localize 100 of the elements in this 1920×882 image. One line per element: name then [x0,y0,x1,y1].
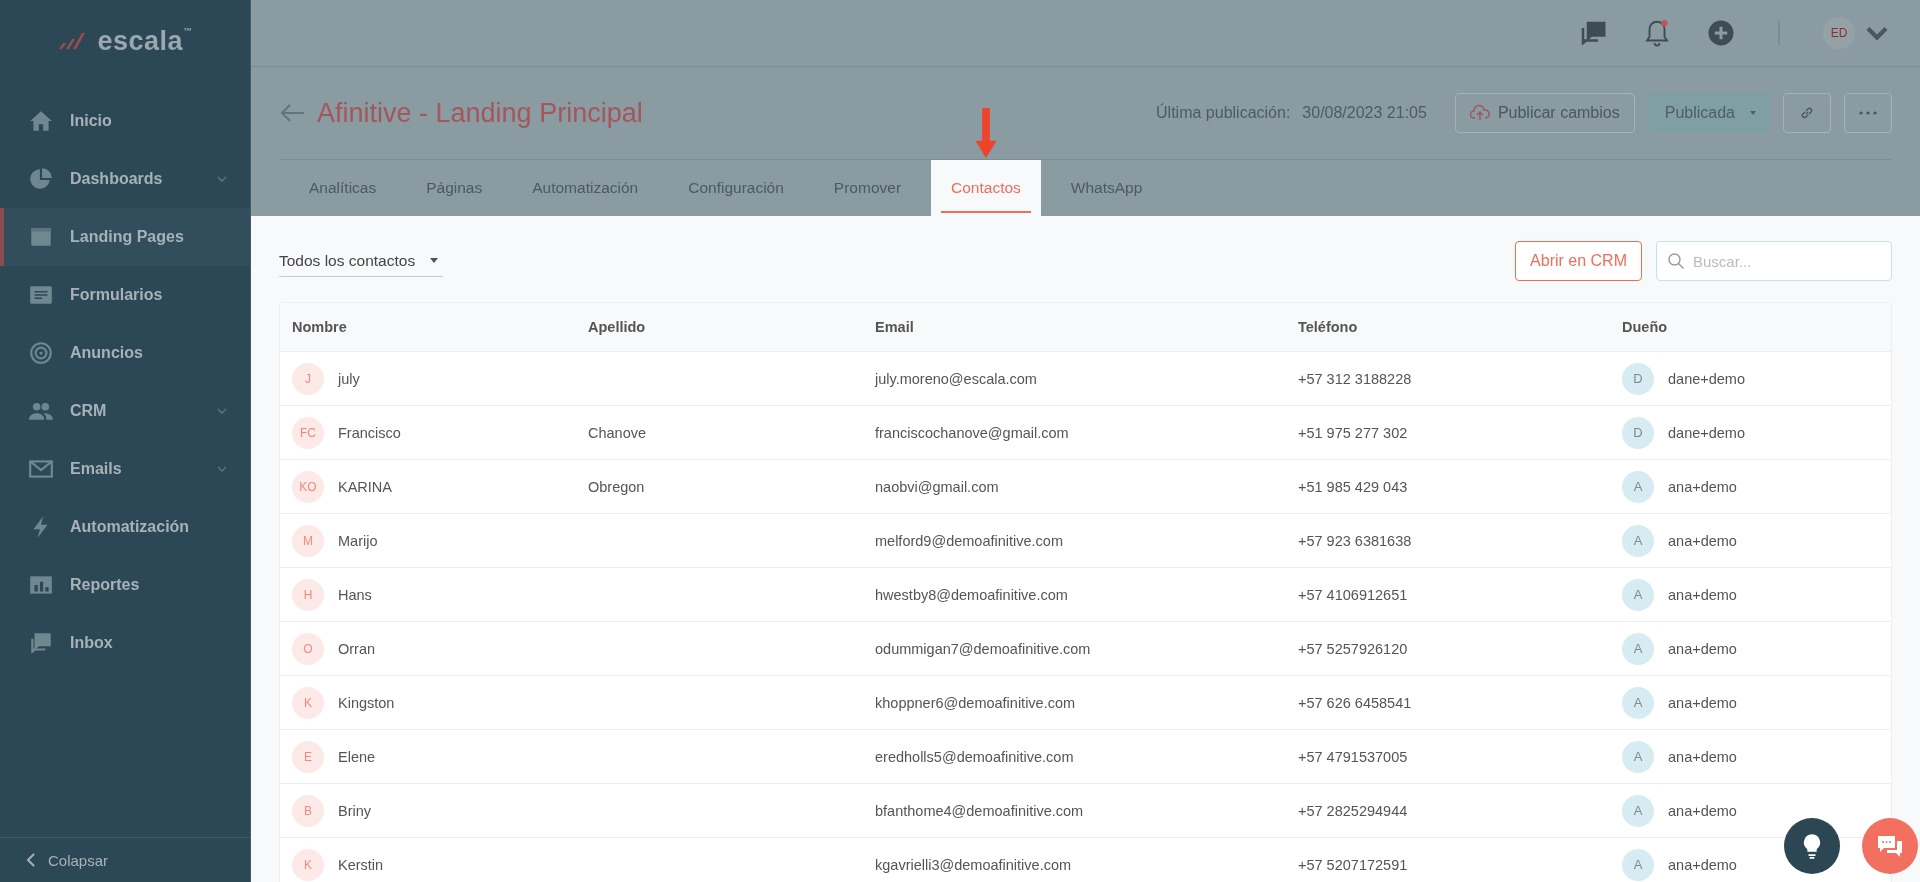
publish-changes-button[interactable]: Publicar cambios [1454,93,1635,133]
chevron-left-icon [26,852,36,868]
owner-initial: A [1622,848,1654,881]
contact-email: kgavrielli3@demoafinitive.com [875,856,1072,873]
tab[interactable]: Promover [813,160,922,216]
sidebar-item[interactable]: Anuncios [0,324,250,382]
last-published-label: Última publicación: [1156,104,1291,122]
owner-name: ana+demo [1668,478,1737,495]
contact-name: Marijo [338,532,378,549]
contact-initials: FC [292,416,324,449]
contact-surname: Obregon [588,478,645,495]
contact-name: Hans [338,586,372,603]
owner-initial: A [1622,578,1654,611]
sidebar-item-icon [28,166,54,192]
sidebar-item[interactable]: Reportes [0,556,250,614]
last-published-date: 30/08/2023 21:05 [1302,104,1427,122]
column-header: Email [874,319,915,335]
contact-name: KARINA [338,478,392,495]
sidebar-item[interactable]: Dashboards [0,150,250,208]
owner-initial: D [1622,362,1654,395]
sidebar-item[interactable]: Automatización [0,498,250,556]
contact-initials: KO [292,470,324,503]
contact-name: Briny [338,802,372,819]
pointer-arrow [973,108,998,158]
owner-initial: D [1622,416,1654,449]
contact-initials: M [292,524,324,557]
contact-name: Elene [338,748,376,765]
sidebar-item[interactable]: Formularios [0,266,250,324]
contact-phone: +57 5257926120 [1298,640,1408,657]
contact-initials: E [292,740,324,773]
owner-name: ana+demo [1668,640,1737,657]
tab[interactable]: Analíticas [289,160,397,216]
owner-name: ana+demo [1668,532,1737,549]
contacts-filter-dropdown[interactable]: Todos los contactos [279,245,444,277]
column-header: Teléfono [1297,319,1359,335]
owner-name: ana+demo [1668,856,1737,873]
caret-icon [1749,110,1757,116]
contact-phone: +57 4106912651 [1298,586,1408,603]
sidebar-item[interactable]: Inbox [0,614,250,672]
contact-surname: Chanove [588,424,647,441]
contact-initials: K [292,848,324,881]
owner-name: ana+demo [1668,748,1737,765]
contact-phone: +57 2825294944 [1298,802,1408,819]
more-button[interactable] [1844,93,1892,133]
sidebar-item[interactable]: Landing Pages [0,208,250,266]
cloud-upload-icon [1469,104,1490,122]
logo-text: escala™ [97,25,193,57]
contact-name: Kerstin [338,856,384,873]
tab[interactable]: WhatsApp [1050,160,1163,216]
contact-email: hwestby8@demoafinitive.com [875,586,1068,603]
more-icon [1859,111,1877,115]
owner-initial: A [1622,470,1654,503]
link-icon [1799,105,1815,121]
owner-name: dane+demo [1668,424,1745,441]
sidebar-item-icon [28,340,54,366]
contact-initials: J [292,362,324,395]
contact-email: franciscochanove@gmail.com [875,424,1069,441]
user-avatar[interactable]: ED [1822,16,1856,50]
column-header: Nombre [291,319,348,335]
contact-email: khoppner6@demoafinitive.com [875,694,1076,711]
link-button[interactable] [1783,93,1831,133]
sidebar-item-icon [28,630,54,656]
back-arrow-icon[interactable] [279,103,305,123]
owner-initial: A [1622,686,1654,719]
open-crm-button[interactable]: Abrir en CRM [1515,241,1642,281]
tab[interactable]: Automatización [512,160,659,216]
owner-name: ana+demo [1668,586,1737,603]
column-header: Apellido [587,319,647,335]
contact-name: Francisco [338,424,401,441]
status-dropdown[interactable]: Publicada [1647,93,1770,133]
owner-initial: A [1622,794,1654,827]
contact-email: eredholls5@demoafinitive.com [875,748,1074,765]
contact-phone: +57 626 6458541 [1298,694,1412,711]
column-header: Dueño [1621,319,1669,335]
search-field[interactable]: Buscar... [1656,241,1892,281]
contact-initials: B [292,794,324,827]
contact-email: bfanthome4@demoafinitive.com [875,802,1084,819]
add-icon[interactable] [1706,18,1736,48]
owner-initial: A [1622,524,1654,557]
contact-name: july [338,370,360,387]
owner-name: ana+demo [1668,694,1737,711]
contact-phone: +57 312 3188228 [1298,370,1412,387]
sidebar-item[interactable]: Emails [0,440,250,498]
owner-initial: A [1622,740,1654,773]
contact-email: july.moreno@escala.com [875,370,1037,387]
tab[interactable]: Contactos [931,160,1041,216]
collapse-button[interactable]: Colapsar [0,837,250,882]
contact-phone: +51 985 429 043 [1298,478,1408,495]
contact-phone: +51 975 277 302 [1298,424,1408,441]
tab[interactable]: Páginas [406,160,503,216]
sidebar-item[interactable]: CRM [0,382,250,440]
contact-email: naobvi@gmail.com [875,478,999,495]
sidebar-item[interactable]: Inicio [0,92,250,150]
contact-phone: +57 5207172591 [1298,856,1408,873]
owner-initial: A [1622,632,1654,665]
contact-initials: K [292,686,324,719]
contact-name: Orran [338,640,376,657]
tab[interactable]: Configuración [668,160,804,216]
owner-name: ana+demo [1668,802,1737,819]
contact-initials: H [292,578,324,611]
